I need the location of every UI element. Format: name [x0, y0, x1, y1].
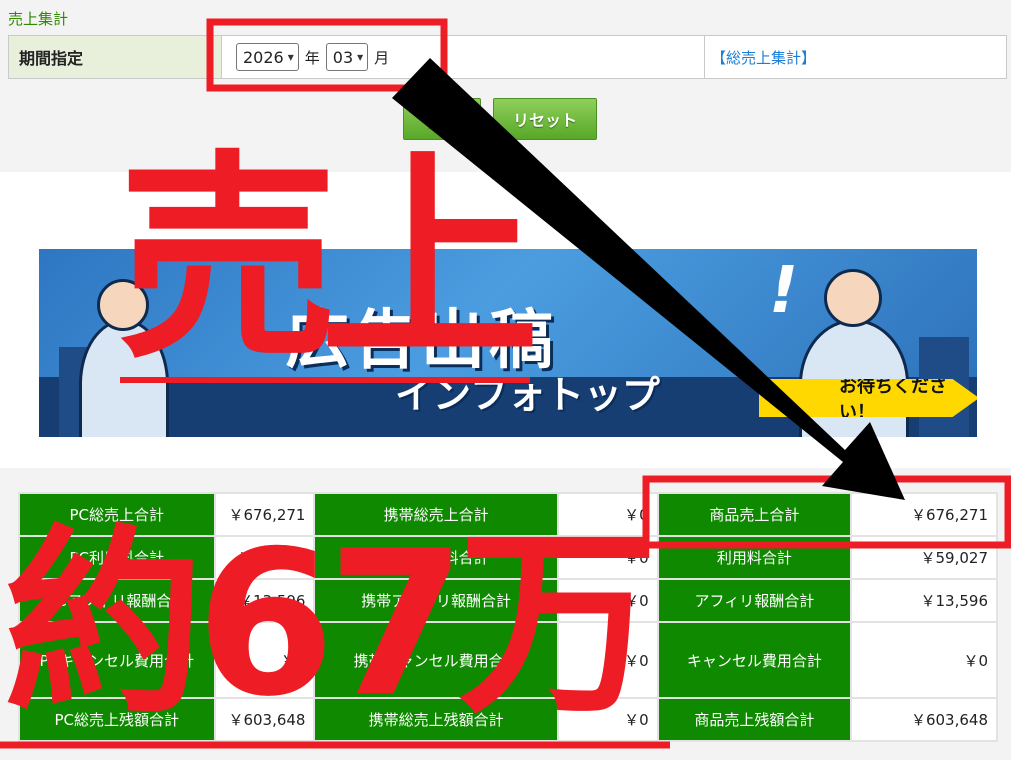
- total-sales-link[interactable]: 【総売上集計】: [704, 36, 1006, 78]
- stat-value: ￥13,596: [850, 578, 998, 623]
- chevron-down-icon: ▾: [357, 50, 364, 64]
- period-controls: 2026 ▾ 年 03 ▾ 月: [222, 36, 704, 78]
- month-suffix: 月: [374, 48, 390, 67]
- stat-value: ￥59,027: [850, 535, 998, 580]
- stat-label: アフィリ報酬合計: [656, 578, 853, 623]
- year-select-value: 2026: [243, 47, 284, 67]
- month-select[interactable]: 03 ▾: [325, 43, 369, 71]
- year-suffix: 年: [304, 48, 320, 67]
- stat-label: 商品売上合計: [656, 492, 853, 537]
- month-select-value: 03: [332, 47, 354, 67]
- banner-cta: お待ちください！: [759, 379, 977, 417]
- stat-value: ￥0: [850, 621, 998, 699]
- period-label: 期間指定: [9, 36, 222, 78]
- stat-value: ￥676,271: [850, 492, 998, 537]
- period-filter-row: 期間指定 2026 ▾ 年 03 ▾ 月 【総売上集計】: [8, 35, 1007, 79]
- page-title: 売上集計: [8, 10, 69, 28]
- annotation-amount-text: 約67万: [4, 508, 658, 741]
- chevron-down-icon: ▾: [287, 50, 294, 64]
- stat-value: ￥603,648: [850, 697, 998, 742]
- banner-exclamation-icon: !: [769, 254, 799, 328]
- banner-person-head: [824, 269, 882, 327]
- annotation-sales-text: 売上: [118, 132, 540, 388]
- banner-person: [799, 319, 909, 437]
- stat-label: 利用料合計: [656, 535, 853, 580]
- year-select[interactable]: 2026 ▾: [236, 43, 299, 71]
- stat-label: 商品売上残額合計: [656, 697, 853, 742]
- stat-label: キャンセル費用合計: [656, 621, 853, 699]
